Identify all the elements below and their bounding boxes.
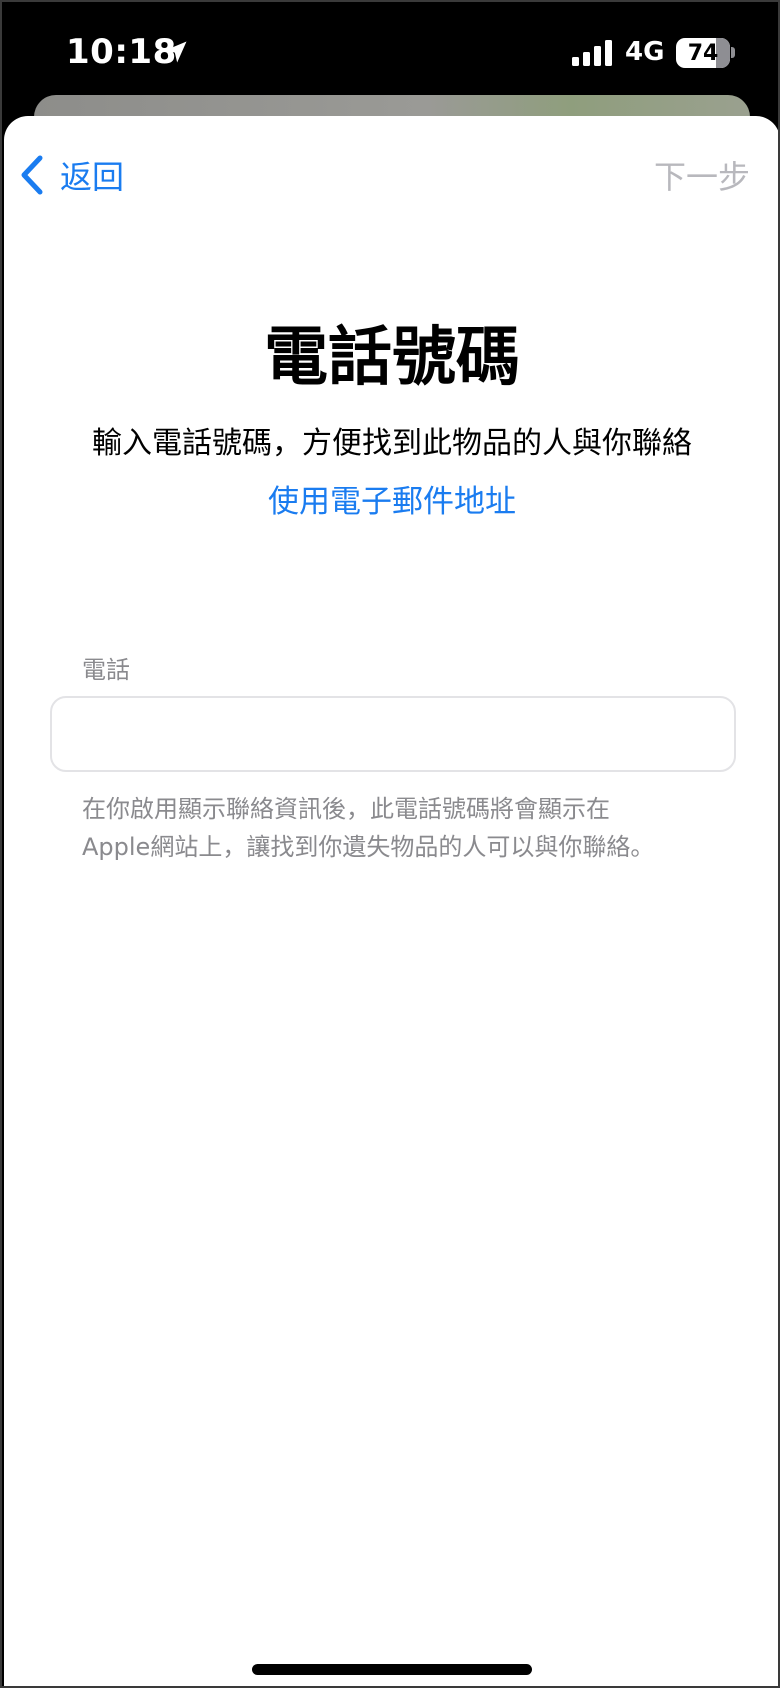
phone-input[interactable] [50, 696, 736, 772]
location-arrow-icon [165, 41, 187, 63]
page-subtitle: 輸入電話號碼，方便找到此物品的人與你聯絡 [92, 426, 692, 461]
home-indicator[interactable] [252, 1664, 532, 1675]
status-time: 10:18 [66, 32, 177, 72]
back-button-label: 返回 [60, 158, 125, 196]
status-bar: 10:18 4G 74 [2, 2, 778, 102]
cellular-signal-icon [572, 40, 612, 66]
phone-field-note-line1: 在你啟用顯示聯絡資訊後，此電話號碼將會顯示在 [82, 795, 610, 823]
network-type: 4G [625, 37, 665, 67]
battery-icon: 74 [676, 38, 730, 68]
modal-sheet: 返回 下一步 電話號碼 輸入電話號碼，方便找到此物品的人與你聯絡 使用電子郵件地… [4, 116, 778, 1686]
back-button[interactable]: 返回 [18, 150, 124, 200]
phone-field-note: 在你啟用顯示聯絡資訊後，此電話號碼將會顯示在 Apple網站上，讓找到你遺失物品… [82, 790, 722, 866]
page-title: 電話號碼 [264, 321, 520, 395]
phone-field-note-line2: Apple網站上，讓找到你遺失物品的人可以與你聯絡。 [82, 833, 655, 861]
phone-field-label: 電話 [82, 656, 130, 684]
use-email-link[interactable]: 使用電子郵件地址 [4, 476, 778, 521]
battery-cap [731, 47, 735, 58]
phone-screen: 10:18 4G 74 返回 下一步 電話號碼 輸入電話號碼，方便找到此物品的人… [0, 0, 780, 1688]
next-button[interactable]: 下一步 [654, 152, 750, 198]
chevron-left-icon [21, 155, 43, 195]
battery-percent: 74 [687, 40, 719, 66]
